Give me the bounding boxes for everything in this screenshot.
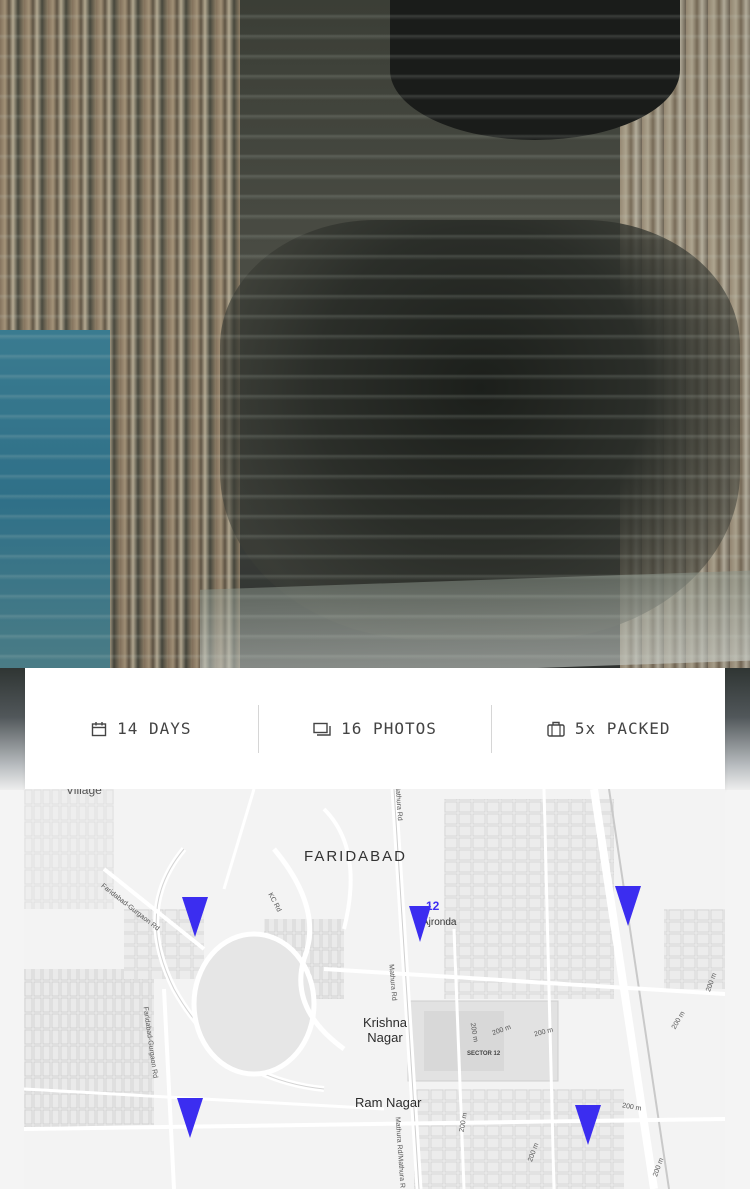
map-label-sector: SECTOR 12	[467, 1051, 501, 1057]
stat-packed: 5x PACKED	[491, 704, 725, 753]
map-label-village: Village	[66, 789, 102, 797]
map-pin-4[interactable]	[177, 1098, 203, 1138]
map-pin-3[interactable]	[615, 886, 641, 926]
map-pin-1[interactable]	[182, 897, 208, 937]
map-label-ram-nagar: Ram Nagar	[355, 1095, 422, 1110]
suitcase-icon	[547, 721, 565, 737]
map-label-city: FARIDABAD	[304, 848, 408, 865]
calendar-icon	[91, 721, 107, 736]
trip-map[interactable]: Village FARIDABAD Krishna Nagar Ram Naga…	[24, 789, 725, 1189]
stat-photos: 16 PHOTOS	[257, 704, 492, 753]
map-label-krishna-nagar: Krishna Nagar	[362, 1015, 408, 1045]
photos-icon	[313, 722, 331, 736]
stat-days: 14 DAYS	[25, 705, 258, 753]
water-ripples	[0, 0, 750, 668]
stat-packed-label: 5x PACKED	[574, 719, 671, 738]
map-pin-2[interactable]	[409, 906, 431, 942]
stat-days-label: 14 DAYS	[117, 719, 192, 738]
stat-photos-label: 16 PHOTOS	[341, 719, 437, 738]
hero-image	[0, 0, 750, 668]
trip-stats-card: 14 DAYS 16 PHOTOS 5x PACKED	[25, 668, 725, 789]
map-pin-5[interactable]	[575, 1105, 601, 1145]
